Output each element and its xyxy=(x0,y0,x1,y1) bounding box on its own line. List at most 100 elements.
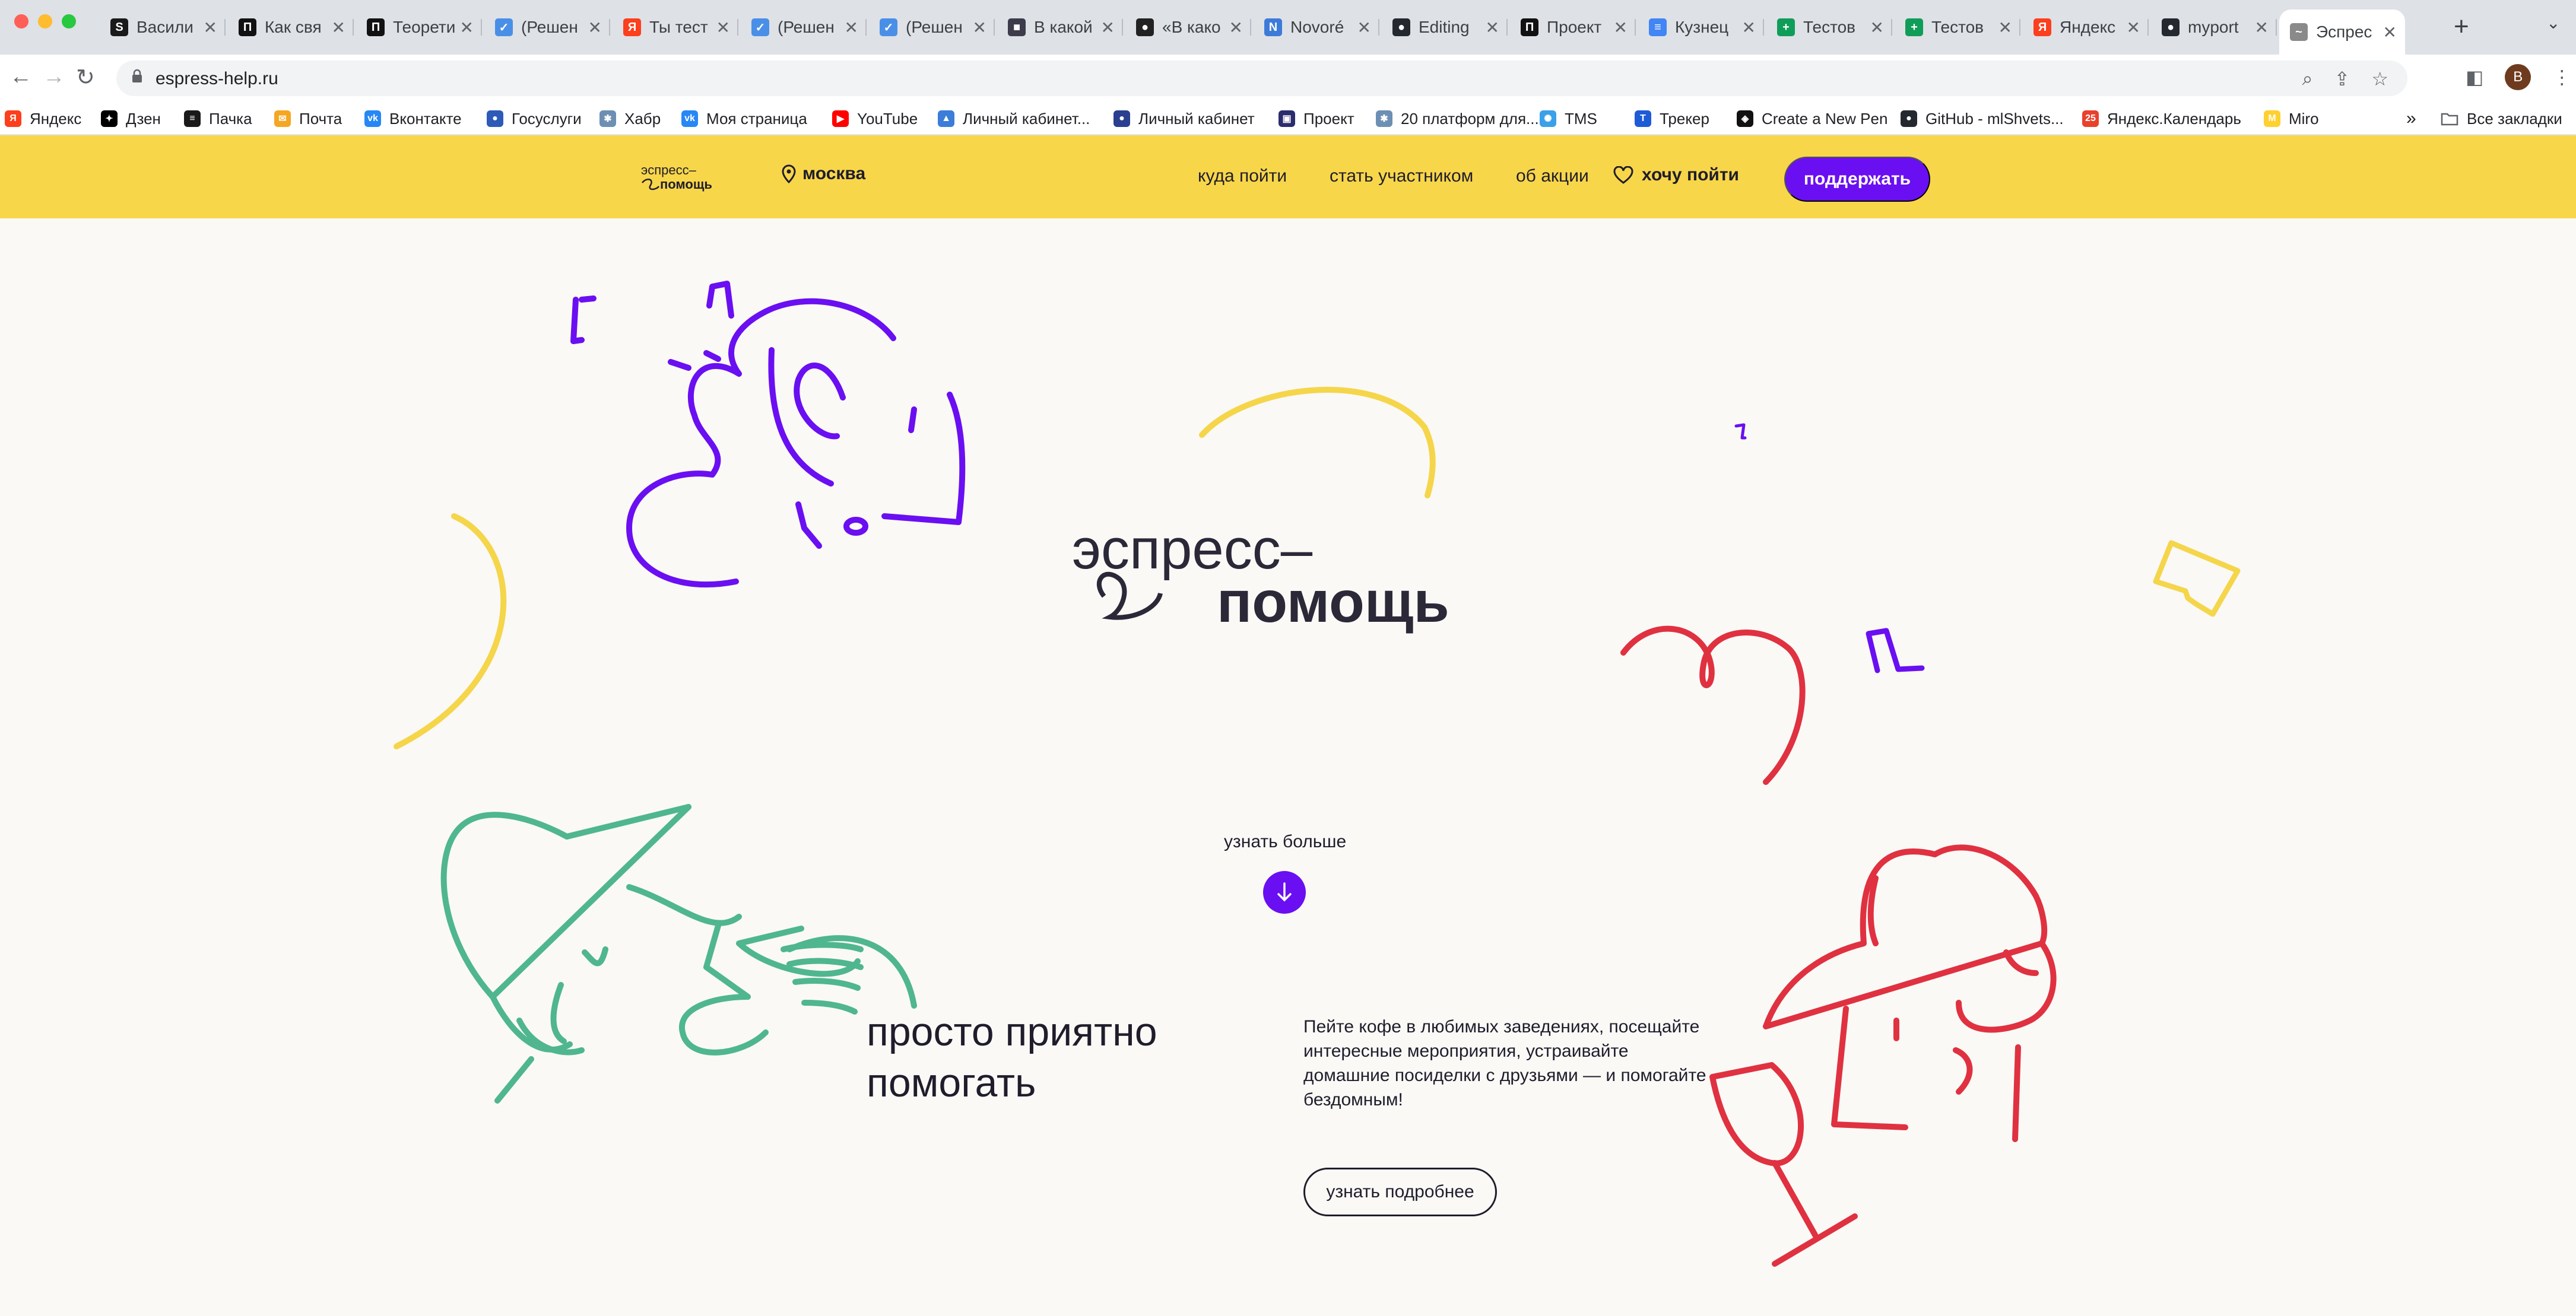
bookmark-label: YouTube xyxy=(857,109,918,128)
tab-close-icon[interactable]: ✕ xyxy=(1614,18,1628,37)
tab[interactable]: П Проект ✕ xyxy=(1510,9,1636,45)
bookmark-favicon-icon: ● xyxy=(1901,110,1917,127)
bookmark-item[interactable]: ▲ Личный кабинет... xyxy=(938,107,1090,131)
bookmark-item[interactable]: ✱ Хабр xyxy=(599,107,661,131)
tab-close-icon[interactable]: ✕ xyxy=(1998,18,2012,37)
bookmark-favicon-icon: T xyxy=(1635,110,1651,127)
tab-title: (Решен xyxy=(906,18,963,36)
hero-logo: эспресс– помощь xyxy=(1072,522,1449,634)
tab-close-icon[interactable]: ✕ xyxy=(460,18,474,37)
learn-details-button[interactable]: узнать подробнее xyxy=(1303,1168,1497,1216)
tab-close-icon[interactable]: ✕ xyxy=(1870,18,1884,37)
bookmark-item[interactable]: ▶ YouTube xyxy=(832,107,918,131)
tab[interactable]: ● myport ✕ xyxy=(2151,9,2277,45)
tab[interactable]: ● «В како ✕ xyxy=(1125,9,1251,45)
tab-close-icon[interactable]: ✕ xyxy=(1101,18,1115,37)
site-logo[interactable]: эспресс– помощь xyxy=(639,159,731,195)
tab[interactable]: ✓ (Решен ✕ xyxy=(741,9,867,45)
bookmark-item[interactable]: ✱ 20 платформ для... xyxy=(1376,107,1539,131)
tab-close-icon[interactable]: ✕ xyxy=(2255,18,2269,37)
tab[interactable]: П Теорети ✕ xyxy=(356,9,482,45)
bookmark-item[interactable]: ✺ TMS xyxy=(1540,107,1597,131)
tab[interactable]: ■ В какой ✕ xyxy=(997,9,1123,45)
tab[interactable]: + Тестов ✕ xyxy=(1766,9,1892,45)
window-controls xyxy=(14,14,76,28)
tab[interactable]: ● Editing ✕ xyxy=(1382,9,1508,45)
scroll-down-button[interactable] xyxy=(1263,871,1306,914)
bookmark-item[interactable]: M Miro xyxy=(2264,107,2319,131)
maximize-window-button[interactable] xyxy=(62,14,76,28)
city-selector[interactable]: москва xyxy=(781,164,865,184)
new-tab-button[interactable]: + xyxy=(2454,12,2469,42)
tab-favicon-icon: Я xyxy=(2033,18,2051,36)
tab-close-icon[interactable]: ✕ xyxy=(2127,18,2140,37)
tab-close-icon[interactable]: ✕ xyxy=(1742,18,1756,37)
tab[interactable]: ✓ (Решен ✕ xyxy=(869,9,995,45)
forward-icon[interactable]: → xyxy=(43,64,65,90)
bookmark-label: Почта xyxy=(299,109,342,128)
bookmark-item[interactable]: vk Моя страница xyxy=(681,107,807,131)
tab-close-icon[interactable]: ✕ xyxy=(1486,18,1499,37)
tab-close-icon[interactable]: ✕ xyxy=(716,18,730,37)
reload-icon[interactable]: ↻ xyxy=(76,64,95,91)
tab[interactable]: N Novoré ✕ xyxy=(1254,9,1379,45)
tab-title: Editing xyxy=(1419,18,1470,36)
bookmark-item[interactable]: ◈ Create a New Pen xyxy=(1737,107,1887,131)
bookmark-item[interactable]: ● Личный кабинет xyxy=(1113,107,1255,131)
tab-close-icon[interactable]: ✕ xyxy=(332,18,345,37)
bookmark-item[interactable]: 25 Яндекс.Календарь xyxy=(2082,107,2241,131)
tab-title: Ты тест xyxy=(649,18,708,36)
tab-close-icon[interactable]: ✕ xyxy=(2383,23,2397,42)
tab-title: Кузнец xyxy=(1675,18,1729,36)
bookmark-item[interactable]: ✦ Дзен xyxy=(101,107,161,131)
tab-active[interactable]: ~ Эспрес ✕ xyxy=(2279,9,2405,55)
bookmark-favicon-icon: M xyxy=(2264,110,2280,127)
nav-about[interactable]: об акции xyxy=(1516,166,1589,186)
tab-close-icon[interactable]: ✕ xyxy=(1357,18,1371,37)
bookmark-star-icon[interactable]: ☆ xyxy=(2371,68,2388,90)
tab[interactable]: S Васили ✕ xyxy=(100,9,226,45)
address-bar[interactable]: espress-help.ru ⌕ ⇪ ☆ xyxy=(116,61,2407,96)
tab[interactable]: Я Ты тест ✕ xyxy=(613,9,738,45)
favorites-link[interactable]: хочу пойти xyxy=(1613,165,1739,185)
tab[interactable]: П Как свя ✕ xyxy=(228,9,354,45)
bookmark-item[interactable]: ✉ Почта xyxy=(274,107,342,131)
bookmark-item[interactable]: ▣ Проект xyxy=(1279,107,1354,131)
back-icon[interactable]: ← xyxy=(9,64,32,90)
bookmark-item[interactable]: ● Госуслуги xyxy=(487,107,582,131)
tab-close-icon[interactable]: ✕ xyxy=(1229,18,1243,37)
close-window-button[interactable] xyxy=(14,14,28,28)
bookmarks-overflow-button[interactable]: » xyxy=(2406,107,2416,131)
bookmark-item[interactable]: vk Вконтакте xyxy=(364,107,462,131)
profile-avatar[interactable]: B xyxy=(2505,64,2531,90)
tab-search-icon[interactable]: ⌄ xyxy=(2546,13,2560,33)
share-icon[interactable]: ⇪ xyxy=(2334,68,2350,90)
nav-become-participant[interactable]: стать участником xyxy=(1330,166,1473,186)
support-button[interactable]: поддержать xyxy=(1784,157,1930,202)
tab[interactable]: Я Яндекс ✕ xyxy=(2023,9,2149,45)
minimize-window-button[interactable] xyxy=(38,14,52,28)
bookmark-label: Проект xyxy=(1303,109,1354,128)
bookmark-item[interactable]: ≡ Пачка xyxy=(184,107,252,131)
all-bookmarks-button[interactable]: Все закладки xyxy=(2441,107,2562,131)
tab-close-icon[interactable]: ✕ xyxy=(845,18,858,37)
tab[interactable]: + Тестов ✕ xyxy=(1895,9,2020,45)
side-panel-icon[interactable]: ◧ xyxy=(2466,66,2483,88)
browser-menu-icon[interactable]: ⋮ xyxy=(2552,66,2571,88)
tab-title: В какой xyxy=(1034,18,1093,36)
tab-title: Novoré xyxy=(1290,18,1344,36)
location-pin-icon xyxy=(782,164,796,183)
bookmark-item[interactable]: ● GitHub - mlShvets... xyxy=(1901,107,2064,131)
tab-close-icon[interactable]: ✕ xyxy=(973,18,986,37)
bookmark-item[interactable]: Я Яндекс xyxy=(5,107,81,131)
tab-close-icon[interactable]: ✕ xyxy=(204,18,217,37)
bookmark-label: Дзен xyxy=(126,109,161,128)
tab-close-icon[interactable]: ✕ xyxy=(588,18,602,37)
tab[interactable]: ≡ Кузнец ✕ xyxy=(1638,9,1764,45)
nav-where-to-go[interactable]: куда пойти xyxy=(1198,166,1287,186)
tab-favicon-icon: ● xyxy=(1392,18,1410,36)
bookmark-item[interactable]: T Трекер xyxy=(1635,107,1709,131)
tab[interactable]: ✓ (Решен ✕ xyxy=(484,9,610,45)
tab-favicon-icon: + xyxy=(1905,18,1923,36)
zoom-icon[interactable]: ⌕ xyxy=(2302,68,2313,90)
